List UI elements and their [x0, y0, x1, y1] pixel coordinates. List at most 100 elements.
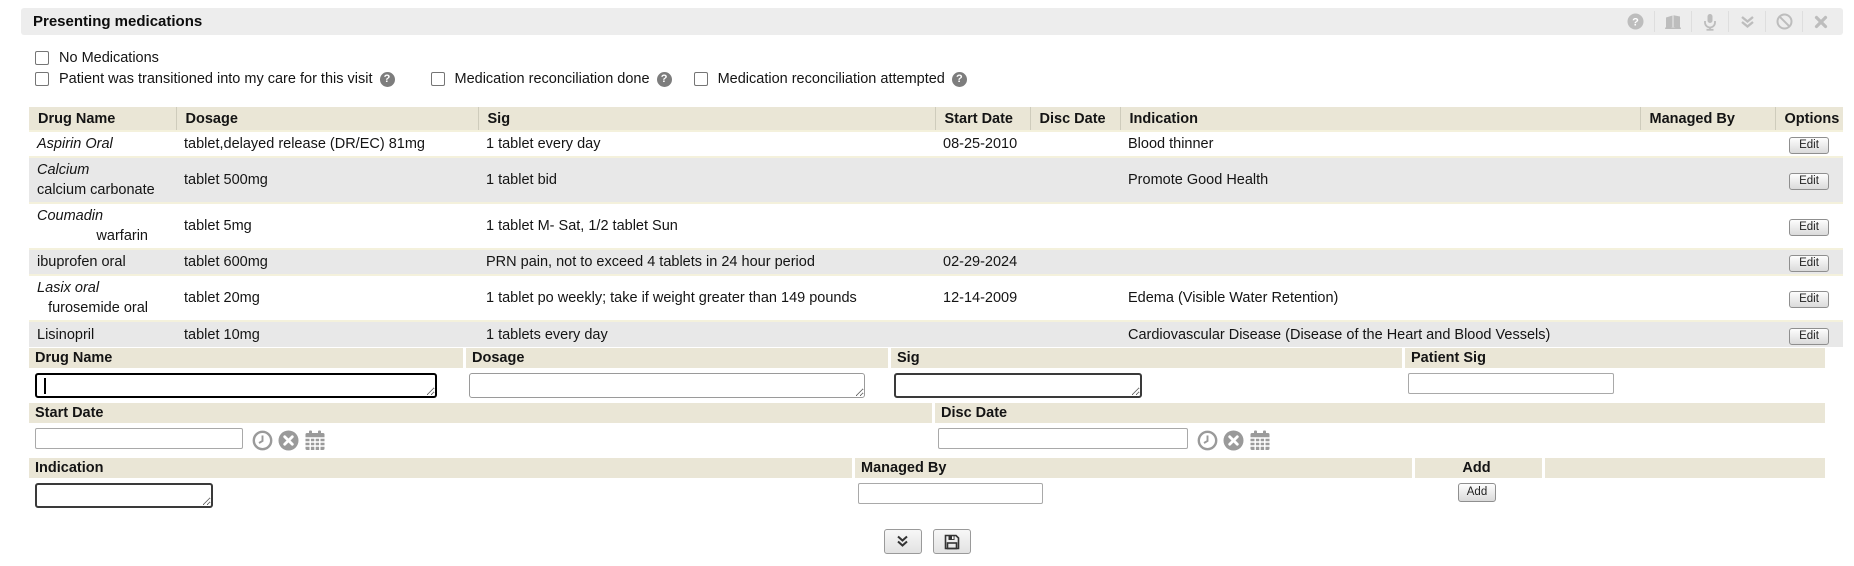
indication-cell	[1120, 249, 1640, 275]
no-medications-label: No Medications	[59, 50, 159, 66]
help-icon[interactable]: ?	[1617, 11, 1654, 32]
footer-toolbar	[0, 529, 1854, 554]
start-date-cell: 08-25-2010	[935, 131, 1030, 157]
svg-text:?: ?	[1632, 17, 1639, 29]
add-button[interactable]: Add	[1458, 483, 1496, 502]
reconciliation-done-checkbox[interactable]	[431, 72, 445, 86]
clear-date-icon[interactable]	[1223, 430, 1244, 451]
calendar-icon[interactable]	[304, 430, 326, 451]
indication-cell: Edema (Visible Water Retention)	[1120, 275, 1640, 321]
table-row: Calciumcalcium carbonate tablet 500mg 1 …	[29, 157, 1843, 203]
transitioned-help-icon[interactable]: ?	[380, 72, 395, 87]
col-header-indication: Indication	[1120, 107, 1640, 131]
reconciliation-row: Patient was transitioned into my care fo…	[35, 71, 967, 87]
edit-button[interactable]: Edit	[1789, 291, 1829, 308]
sig-cell: PRN pain, not to exceed 4 tablets in 24 …	[478, 249, 935, 275]
drug-name: Lasix oral	[37, 280, 99, 296]
drug-name: Lisinopril	[29, 321, 176, 347]
sig-input[interactable]	[894, 373, 1142, 398]
reconciliation-done-label: Medication reconciliation done	[455, 71, 650, 87]
col-header-dosage: Dosage	[176, 107, 478, 131]
edit-button[interactable]: Edit	[1789, 328, 1829, 345]
disc-date-cell	[1030, 131, 1120, 157]
reconciliation-attempted-help-icon[interactable]: ?	[952, 72, 967, 87]
col-header-managed-by: Managed By	[1640, 107, 1775, 131]
start-date-cell	[935, 157, 1030, 203]
collapse-icon[interactable]	[1728, 11, 1765, 32]
start-date-tools	[252, 428, 326, 453]
form-label-add: Add	[1412, 458, 1542, 478]
managed-by-cell	[1640, 131, 1775, 157]
no-medications-checkbox[interactable]	[35, 51, 49, 65]
form-filler-cell	[1542, 458, 1825, 478]
entry-form-row-1: Drug Name Dosage Sig Patient Sig	[29, 348, 1825, 405]
edit-button[interactable]: Edit	[1789, 137, 1829, 154]
sig-cell: 1 tablet M- Sat, 1/2 tablet Sun	[478, 203, 935, 249]
reconciliation-attempted-checkbox[interactable]	[694, 72, 708, 86]
disc-date-cell	[1030, 203, 1120, 249]
start-date-cell	[935, 203, 1030, 249]
clock-icon[interactable]	[252, 430, 273, 451]
drug-name-input[interactable]	[35, 373, 437, 398]
managed-by-cell	[1640, 249, 1775, 275]
drug-name: Aspirin Oral	[37, 136, 113, 152]
patient-sig-input[interactable]	[1408, 373, 1614, 394]
form-label-indication: Indication	[29, 458, 852, 478]
edit-button[interactable]: Edit	[1789, 219, 1829, 236]
page-title: Presenting medications	[33, 8, 202, 35]
col-header-drug-name: Drug Name	[29, 107, 176, 131]
form-label-start-date: Start Date	[29, 403, 932, 423]
sig-cell: 1 tablets every day	[478, 321, 935, 347]
reconciliation-done-help-icon[interactable]: ?	[657, 72, 672, 87]
col-header-sig: Sig	[478, 107, 935, 131]
disc-date-tools	[1197, 428, 1271, 453]
table-row: ibuprofen oral tablet 600mg PRN pain, no…	[29, 249, 1843, 275]
calendar-icon[interactable]	[1249, 430, 1271, 451]
indication-cell	[1120, 203, 1640, 249]
disc-date-cell	[1030, 321, 1120, 347]
disc-date-input[interactable]	[938, 428, 1188, 449]
start-date-cell: 02-29-2024	[935, 249, 1030, 275]
medications-table: Drug Name Dosage Sig Start Date Disc Dat…	[29, 107, 1843, 347]
entry-form-row-2: Start Date Disc Date	[29, 403, 1825, 460]
disable-icon[interactable]	[1765, 11, 1802, 32]
start-date-cell: 12-14-2009	[935, 275, 1030, 321]
managed-by-input[interactable]	[858, 483, 1043, 504]
disc-date-cell	[1030, 249, 1120, 275]
dosage-cell: tablet 500mg	[176, 157, 478, 203]
sig-cell: 1 tablet bid	[478, 157, 935, 203]
save-button[interactable]	[933, 529, 971, 554]
double-chevron-down-icon	[896, 535, 909, 548]
clear-date-icon[interactable]	[278, 430, 299, 451]
form-label-sig: Sig	[888, 348, 1402, 368]
drug-generic-name: furosemide oral	[37, 298, 168, 318]
expand-more-button[interactable]	[884, 529, 922, 554]
col-header-disc-date: Disc Date	[1030, 107, 1120, 131]
dosage-cell: tablet,delayed release (DR/EC) 81mg	[176, 131, 478, 157]
book-icon[interactable]	[1654, 11, 1691, 32]
col-header-start-date: Start Date	[935, 107, 1030, 131]
dosage-input[interactable]	[469, 373, 865, 398]
table-row: Lisinopril tablet 10mg 1 tablets every d…	[29, 321, 1843, 347]
text-cursor	[44, 378, 46, 394]
close-icon[interactable]	[1802, 11, 1839, 32]
edit-button[interactable]: Edit	[1789, 173, 1829, 190]
sig-cell: 1 tablet po weekly; take if weight great…	[478, 275, 935, 321]
managed-by-cell	[1640, 275, 1775, 321]
drug-name: Calcium	[37, 162, 89, 178]
start-date-input[interactable]	[35, 428, 243, 449]
edit-button[interactable]: Edit	[1789, 255, 1829, 272]
drug-name: Coumadin	[37, 208, 103, 224]
dosage-cell: tablet 600mg	[176, 249, 478, 275]
clock-icon[interactable]	[1197, 430, 1218, 451]
table-row: Lasix oral furosemide oral tablet 20mg 1 …	[29, 275, 1843, 321]
dosage-cell: tablet 20mg	[176, 275, 478, 321]
microphone-icon[interactable]	[1691, 11, 1728, 32]
start-date-cell	[935, 321, 1030, 347]
indication-input[interactable]	[35, 483, 213, 508]
form-label-disc-date: Disc Date	[932, 403, 1825, 423]
transitioned-checkbox[interactable]	[35, 72, 49, 86]
reconciliation-attempted-label: Medication reconciliation attempted	[718, 71, 945, 87]
sig-cell: 1 tablet every day	[478, 131, 935, 157]
no-medications-row: No Medications	[35, 50, 159, 66]
